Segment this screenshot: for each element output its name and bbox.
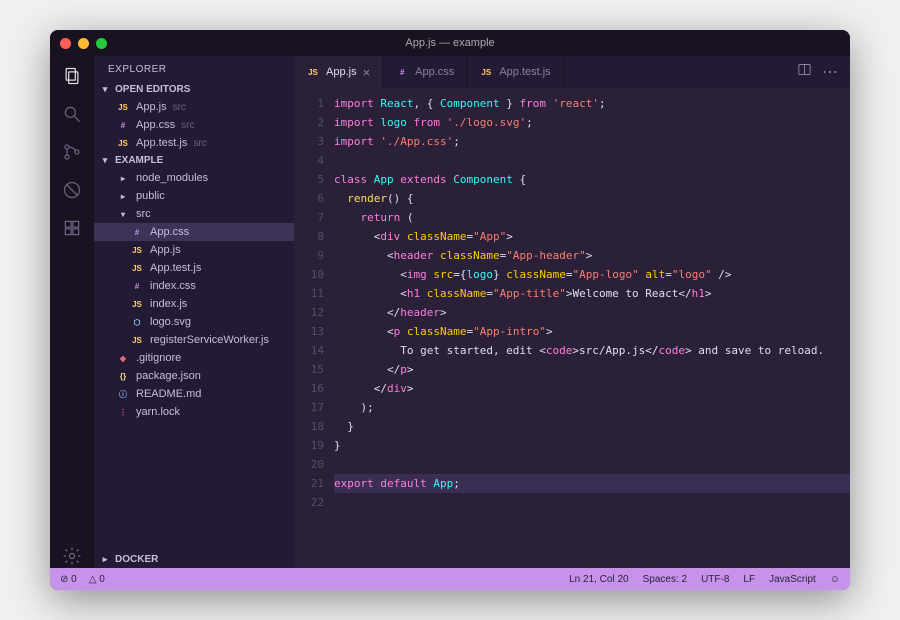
window-title: App.js — example	[405, 37, 494, 49]
tab-bar: JSApp.js×#App.cssJSApp.test.js ⋯	[294, 56, 850, 88]
file-item[interactable]: ⋮yarn.lock	[94, 403, 294, 421]
extensions-icon[interactable]	[60, 216, 84, 240]
minimize-window-button[interactable]	[78, 38, 89, 49]
project-header[interactable]: ▾ EXAMPLE	[94, 152, 294, 169]
file-item[interactable]: ◆.gitignore	[94, 349, 294, 367]
chevron-down-icon: ▾	[100, 84, 110, 95]
settings-gear-icon[interactable]	[60, 544, 84, 568]
folder-item[interactable]: ▸public	[94, 187, 294, 205]
file-icon: ⬡	[130, 315, 144, 329]
status-bar: ⊘ 0 △ 0 Ln 21, Col 20 Spaces: 2 UTF-8 LF…	[50, 568, 850, 590]
close-window-button[interactable]	[60, 38, 71, 49]
file-icon: JS	[306, 65, 320, 79]
file-icon: #	[130, 279, 144, 293]
line-numbers: 12345678910111213141516171819202122	[294, 88, 334, 568]
chevron-right-icon: ▸	[100, 554, 110, 565]
file-item[interactable]: JSApp.test.js	[94, 259, 294, 277]
split-editor-icon[interactable]	[797, 62, 812, 82]
file-item[interactable]: #index.css	[94, 277, 294, 295]
editor-tab[interactable]: #App.css	[383, 56, 467, 88]
file-icon: JS	[116, 136, 130, 150]
file-item[interactable]: JSindex.js	[94, 295, 294, 313]
explorer-icon[interactable]	[60, 64, 84, 88]
file-item[interactable]: ⓘREADME.md	[94, 385, 294, 403]
encoding-status[interactable]: UTF-8	[701, 574, 729, 585]
file-icon: JS	[130, 297, 144, 311]
eol-status[interactable]: LF	[743, 574, 755, 585]
file-item[interactable]: JSApp.js	[94, 241, 294, 259]
file-icon: JS	[130, 243, 144, 257]
debug-icon[interactable]	[60, 178, 84, 202]
chevron-down-icon: ▾	[100, 155, 110, 166]
activity-bar	[50, 56, 94, 568]
docker-header[interactable]: ▸ DOCKER	[94, 551, 294, 568]
open-editors-header[interactable]: ▾ OPEN EDITORS	[94, 81, 294, 98]
feedback-smiley-icon[interactable]: ☺	[830, 574, 840, 585]
indentation-status[interactable]: Spaces: 2	[643, 574, 687, 585]
folder-icon: ▸	[116, 171, 130, 185]
folder-item[interactable]: ▾src	[94, 205, 294, 223]
file-item[interactable]: {}package.json	[94, 367, 294, 385]
editor-area: JSApp.js×#App.cssJSApp.test.js ⋯ 1234567…	[294, 56, 850, 568]
file-item[interactable]: JSregisterServiceWorker.js	[94, 331, 294, 349]
editor-window: App.js — example EXPLORER ▾ OPEN EDITORS…	[50, 30, 850, 590]
file-icon: ⋮	[116, 405, 130, 419]
search-icon[interactable]	[60, 102, 84, 126]
file-item[interactable]: ⬡logo.svg	[94, 313, 294, 331]
source-control-icon[interactable]	[60, 140, 84, 164]
errors-status[interactable]: ⊘ 0	[60, 574, 77, 585]
warnings-status[interactable]: △ 0	[89, 574, 105, 585]
code-content[interactable]: import React, { Component } from 'react'…	[334, 88, 850, 568]
file-icon: #	[395, 65, 409, 79]
editor-tab[interactable]: JSApp.js×	[294, 56, 383, 88]
file-icon: ⓘ	[116, 387, 130, 401]
file-icon: #	[116, 118, 130, 132]
file-item[interactable]: #App.css	[94, 223, 294, 241]
titlebar: App.js — example	[50, 30, 850, 56]
folder-icon: ▸	[116, 189, 130, 203]
open-editor-item[interactable]: #App.css src	[94, 116, 294, 134]
sidebar-title: EXPLORER	[94, 56, 294, 81]
language-status[interactable]: JavaScript	[769, 574, 816, 585]
editor-tab[interactable]: JSApp.test.js	[467, 56, 563, 88]
close-tab-icon[interactable]: ×	[363, 65, 371, 80]
traffic-lights	[60, 38, 107, 49]
code-editor[interactable]: 12345678910111213141516171819202122 impo…	[294, 88, 850, 568]
file-icon: JS	[116, 100, 130, 114]
open-editor-item[interactable]: JSApp.js src	[94, 98, 294, 116]
file-icon: ◆	[116, 351, 130, 365]
file-icon: JS	[130, 261, 144, 275]
more-icon[interactable]: ⋯	[822, 62, 838, 82]
file-icon: JS	[130, 333, 144, 347]
cursor-position[interactable]: Ln 21, Col 20	[569, 574, 629, 585]
file-icon: {}	[116, 369, 130, 383]
sidebar: EXPLORER ▾ OPEN EDITORS JSApp.js src#App…	[94, 56, 294, 568]
file-icon: #	[130, 225, 144, 239]
folder-icon: ▾	[116, 207, 130, 221]
open-editor-item[interactable]: JSApp.test.js src	[94, 134, 294, 152]
maximize-window-button[interactable]	[96, 38, 107, 49]
file-icon: JS	[479, 65, 493, 79]
folder-item[interactable]: ▸node_modules	[94, 169, 294, 187]
